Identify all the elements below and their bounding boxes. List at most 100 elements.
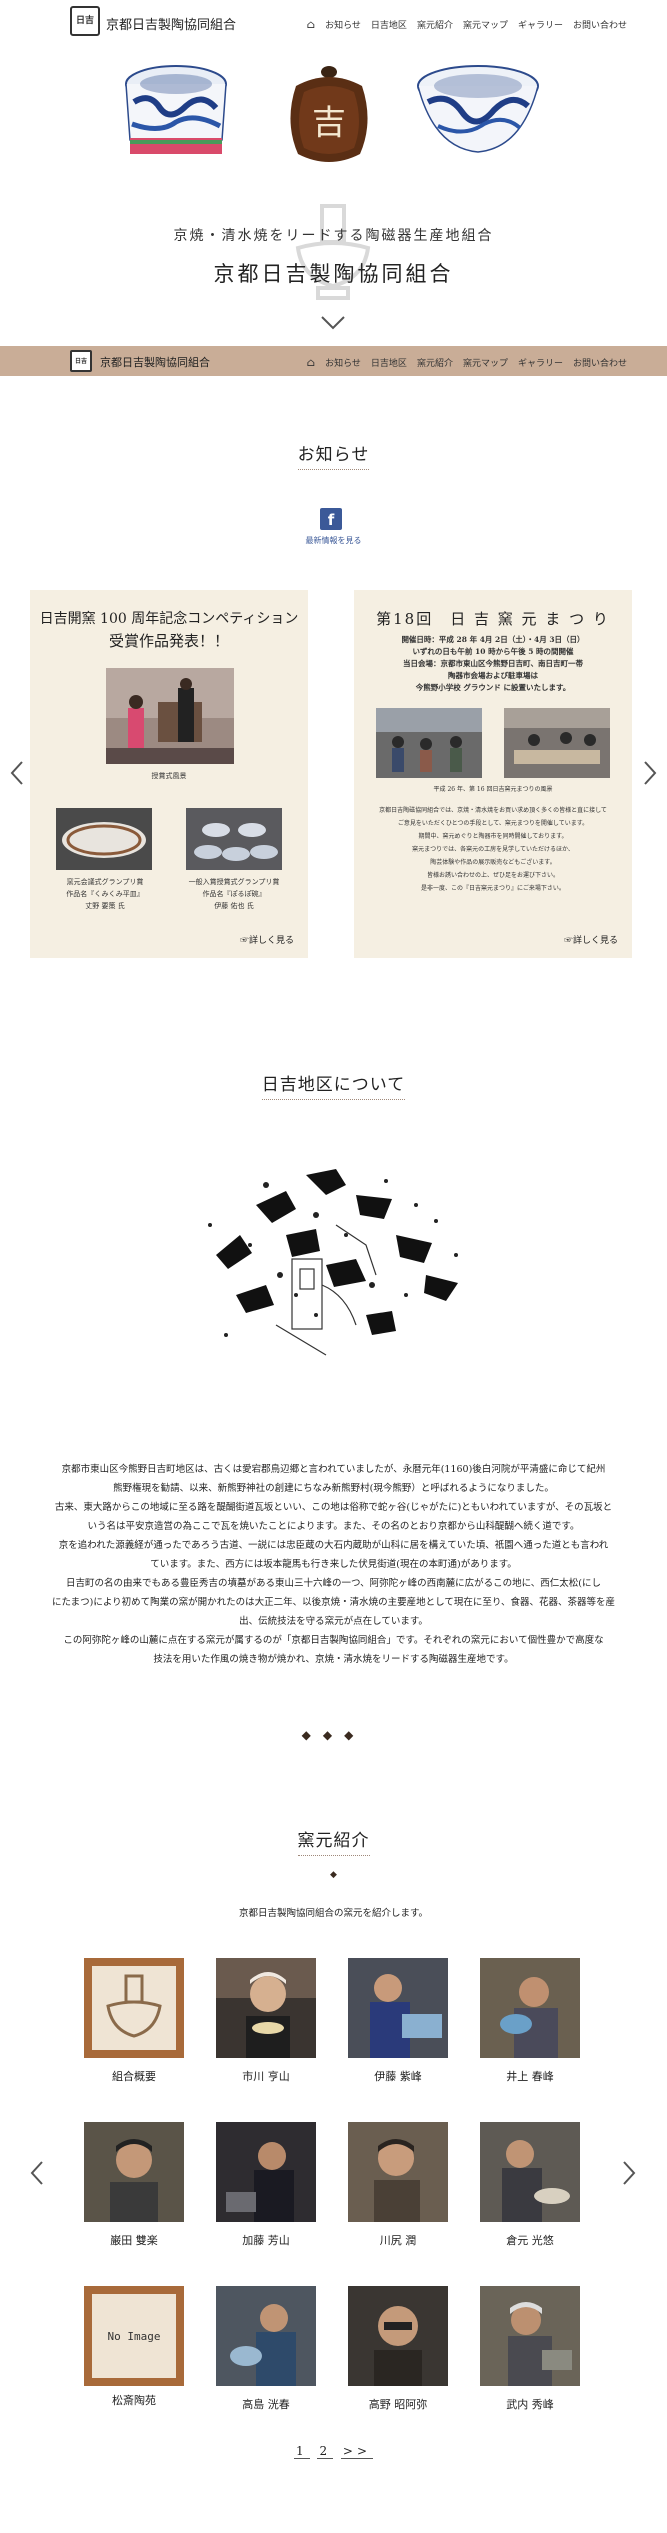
card1-item2-caption: 一般入賞授賞式グランプリ賞 作品名『ぽるぽ碗』 伊藤 佑也 氏 — [188, 878, 280, 910]
card2-info: 開催日時：平成 28 年 4月 2日（土）・4月 3日（日） いずれの日も午前 … — [401, 635, 585, 692]
kiln-card[interactable]: 伊藤 紫峰 — [348, 1958, 448, 2084]
card1-more-link[interactable]: ☞詳しく見る — [240, 933, 294, 946]
kiln-portrait-photo — [480, 2286, 580, 2386]
card2-body: 京都日吉陶磁協同組合では、京焼・清水焼をお買い求め頂く多くの皆様と直に接して ご… — [379, 807, 607, 892]
news-prev-arrow-icon[interactable] — [10, 760, 24, 786]
emblem-watermark-icon — [295, 204, 371, 300]
kilns-diamond-icon: ◆ — [330, 1870, 337, 1880]
kiln-name: 松斎陶苑 — [112, 2394, 156, 2407]
logo-text: 日吉 — [75, 15, 94, 26]
winning-plate-photo — [56, 808, 152, 870]
news-section-title: お知らせ — [0, 440, 667, 470]
bar-nav-map[interactable]: 窯元マップ — [463, 356, 508, 369]
card2-title: 第18回 日 吉 窯 元 ま つ り — [376, 610, 610, 628]
card1-item1-caption: 窯元会議式グランプリ賞 作品名『くみくみ平皿』 丈野 要策 氏 — [66, 878, 144, 910]
union-emblem-thumbnail — [84, 1958, 184, 2058]
nav-news[interactable]: お知らせ — [325, 18, 361, 31]
nav-gallery[interactable]: ギャラリー — [518, 18, 563, 31]
kiln-name: 加藤 芳山 — [242, 2234, 290, 2247]
facebook-icon[interactable]: f — [320, 508, 342, 530]
kiln-card[interactable]: No Image 松斎陶苑 — [84, 2286, 184, 2408]
kiln-name: 高島 洸春 — [242, 2398, 290, 2411]
chevron-down-icon[interactable] — [320, 315, 346, 331]
page-2-link[interactable]: 2 — [317, 2444, 334, 2459]
no-image-text: No Image — [92, 2294, 176, 2378]
festival-photo-1 — [376, 708, 482, 778]
kiln-card[interactable]: 高島 洸春 — [216, 2286, 316, 2412]
kilns-next-arrow-icon[interactable] — [622, 2160, 636, 2186]
kiln-card[interactable]: 川尻 潤 — [348, 2122, 448, 2248]
card1-title-2: 受賞作品発表！！ — [108, 632, 229, 650]
card2-photo-caption: 平成 26 年、第 16 回日吉窯元まつりの風景 — [433, 786, 553, 793]
winning-bowls-photo — [186, 808, 282, 870]
bar-nav-area[interactable]: 日吉地区 — [371, 356, 407, 369]
home-icon[interactable]: ⌂ — [307, 18, 315, 31]
facebook-link[interactable]: 最新情報を見る — [0, 535, 667, 546]
award-ceremony-photo — [106, 668, 234, 764]
nav-kilns[interactable]: 窯元紹介 — [417, 18, 453, 31]
card1-title-1: 日吉開窯 100 周年記念コンペティション — [39, 611, 299, 627]
kiln-name: 高野 昭阿弥 — [368, 2398, 428, 2411]
kiln-name: 川尻 潤 — [379, 2234, 417, 2247]
brown-lidded-jar-image: 吉 — [290, 66, 368, 162]
card1-photo-caption: 授賞式風景 — [151, 772, 187, 780]
kiln-card[interactable]: 巌田 雙楽 — [84, 2122, 184, 2248]
sticky-nav-bar: 日吉 京都日吉製陶協同組合 ⌂ お知らせ 日吉地区 窯元紹介 窯元マップ ギャラ… — [0, 346, 667, 376]
kilns-pagination: 1 2 >> — [0, 2444, 667, 2459]
page-1-link[interactable]: 1 — [293, 2444, 310, 2459]
news-card-competition[interactable]: 日吉開窯 100 周年記念コンペティション 受賞作品発表！！ 授賞式風景 窯元会… — [30, 590, 308, 958]
news-card-festival[interactable]: 第18回 日 吉 窯 元 ま つ り 開催日時：平成 28 年 4月 2日（土）… — [354, 590, 632, 958]
bar-home-icon[interactable]: ⌂ — [307, 356, 315, 369]
blue-white-bowl-image — [125, 65, 227, 154]
kiln-portrait-photo — [216, 1958, 316, 2058]
kiln-portrait-photo — [348, 2122, 448, 2222]
bar-logo-text: 日吉 — [74, 357, 87, 365]
next-page-link[interactable]: >> — [340, 2444, 374, 2459]
kiln-card[interactable]: 組合概要 — [84, 1958, 184, 2084]
kiln-portrait-photo — [216, 2122, 316, 2222]
card2-more-link[interactable]: ☞詳しく見る — [564, 933, 618, 946]
kiln-name: 組合概要 — [112, 2070, 156, 2083]
bar-site-title[interactable]: 京都日吉製陶協同組合 — [100, 354, 210, 370]
hero-title: 京都日吉製陶協同組合 — [213, 262, 454, 286]
no-image-placeholder: No Image — [84, 2286, 184, 2386]
festival-photo-2 — [504, 708, 610, 778]
bar-nav-kilns[interactable]: 窯元紹介 — [417, 356, 453, 369]
kiln-portrait-photo — [348, 1958, 448, 2058]
site-title[interactable]: 京都日吉製陶協同組合 — [106, 14, 236, 33]
nav-contact[interactable]: お問い合わせ — [573, 18, 627, 31]
kilns-description: 京都日吉製陶協同組合の窯元を紹介します。 — [238, 1908, 429, 1919]
blue-white-large-bowl-image — [417, 65, 539, 153]
site-logo[interactable]: 日吉 — [70, 6, 100, 36]
kiln-portrait-photo — [480, 1958, 580, 2058]
bar-nav-contact[interactable]: お問い合わせ — [573, 356, 627, 369]
kiln-card[interactable]: 高野 昭阿弥 — [348, 2286, 448, 2412]
kiln-portrait-photo — [216, 2286, 316, 2386]
kilns-section-title: 窯元紹介 — [0, 1826, 667, 1856]
svg-text:吉: 吉 — [312, 103, 346, 143]
kilns-prev-arrow-icon[interactable] — [30, 2160, 44, 2186]
kiln-portrait-photo — [84, 2122, 184, 2222]
about-section-title: 日吉地区について — [0, 1070, 667, 1100]
kiln-card[interactable]: 市川 亨山 — [216, 1958, 316, 2084]
nav-area[interactable]: 日吉地区 — [371, 18, 407, 31]
kiln-name: 市川 亨山 — [242, 2070, 290, 2083]
bar-logo[interactable]: 日吉 — [70, 350, 92, 372]
kiln-name: 武内 秀峰 — [506, 2398, 554, 2411]
kiln-name: 倉元 光悠 — [506, 2234, 554, 2247]
kiln-card[interactable]: 加藤 芳山 — [216, 2122, 316, 2248]
area-map-illustration — [208, 1169, 458, 1356]
site-header: 日吉 京都日吉製陶協同組合 ⌂ お知らせ 日吉地区 窯元紹介 窯元マップ ギャラ… — [0, 0, 667, 50]
kiln-card[interactable]: 倉元 光悠 — [480, 2122, 580, 2248]
about-text: 京都市東山区今熊野日吉町地区は、古くは愛宕郡鳥辺郷と言われていましたが、永暦元年… — [51, 1464, 616, 1665]
kiln-portrait-photo — [480, 2122, 580, 2222]
bar-nav-news[interactable]: お知らせ — [325, 356, 361, 369]
nav-map[interactable]: 窯元マップ — [463, 18, 508, 31]
hero-subtitle: 京焼・清水焼をリードする陶磁器生産地組合 — [173, 228, 494, 244]
kiln-card[interactable]: 井上 春峰 — [480, 1958, 580, 2084]
bar-nav-gallery[interactable]: ギャラリー — [518, 356, 563, 369]
section-divider-diamonds: ◆◆◆ — [301, 1728, 366, 1742]
kiln-card[interactable]: 武内 秀峰 — [480, 2286, 580, 2412]
kiln-name: 井上 春峰 — [506, 2070, 554, 2083]
news-next-arrow-icon[interactable] — [643, 760, 657, 786]
